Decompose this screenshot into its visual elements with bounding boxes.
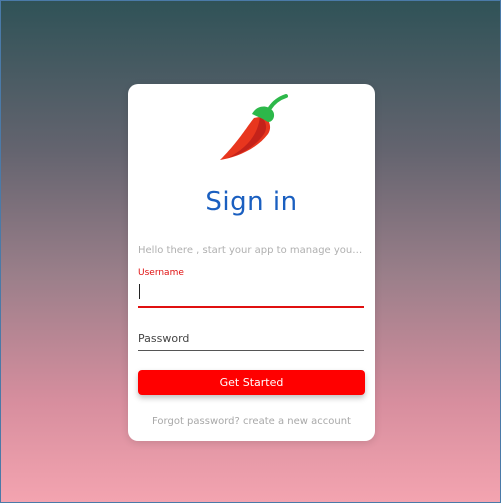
login-card: Sign in Hello there , start your app to …: [128, 84, 375, 441]
username-label: Username: [138, 268, 184, 278]
page-title: Sign in: [205, 187, 298, 217]
username-field[interactable]: Username: [138, 268, 364, 308]
create-account-link[interactable]: create a new account: [243, 416, 351, 427]
chili-pepper-icon: [220, 94, 288, 160]
username-input[interactable]: [138, 282, 362, 302]
footer-links: Forgot password? create a new account: [128, 416, 375, 427]
password-input[interactable]: [138, 328, 362, 349]
forgot-password-link[interactable]: Forgot password?: [152, 416, 240, 427]
password-field[interactable]: [138, 327, 364, 351]
text-caret: [139, 284, 140, 299]
subtitle-text: Hello there , start your app to manage y…: [138, 245, 366, 256]
get-started-button[interactable]: Get Started: [138, 370, 365, 395]
